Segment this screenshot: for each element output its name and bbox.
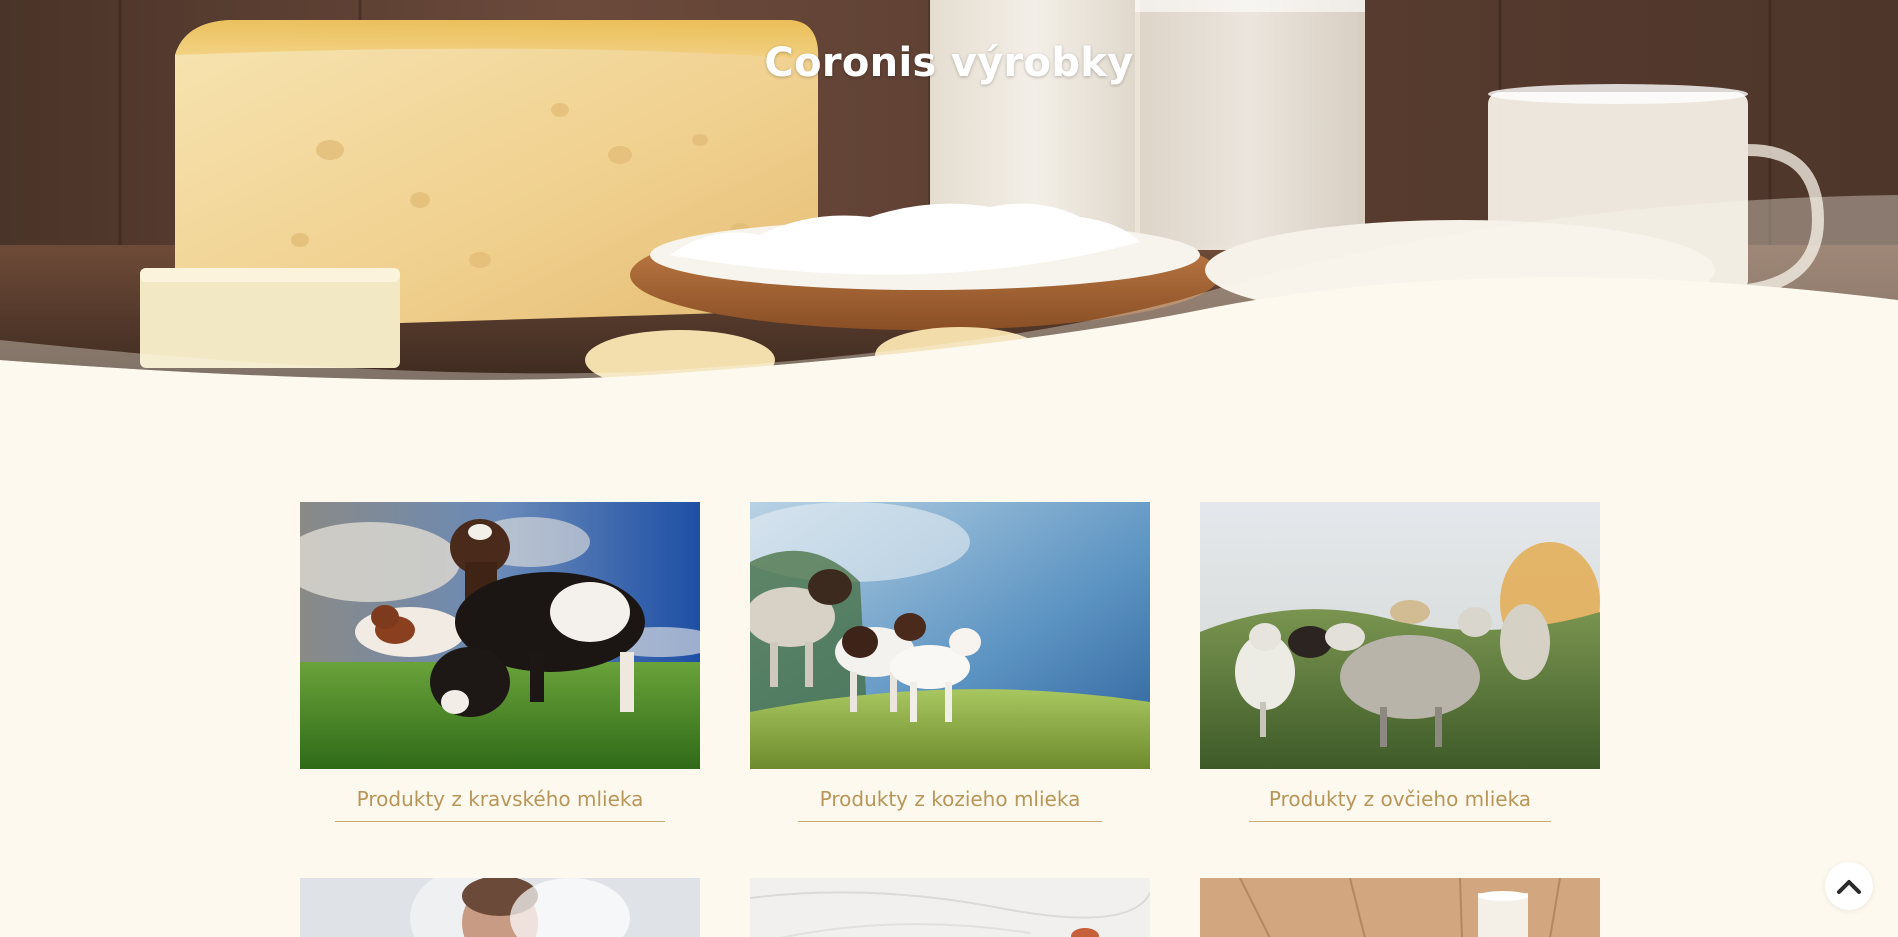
page: Coronis výrobky Produkty z kravského mli… [0, 0, 1898, 937]
scroll-top-button[interactable] [1825, 862, 1873, 910]
product-card-cow[interactable]: Produkty z kravského mlieka [300, 502, 700, 822]
product-link-cow[interactable]: Produkty z kravského mlieka [335, 769, 665, 822]
marble-photo-icon[interactable] [750, 878, 1150, 937]
milk-glass-photo-icon[interactable] [1200, 878, 1600, 937]
product-card-row2-2[interactable] [750, 878, 1150, 937]
chevron-up-icon [1837, 880, 1861, 894]
product-card-goat[interactable]: Produkty z kozieho mlieka [750, 502, 1150, 822]
product-card-row2-1[interactable] [300, 878, 700, 937]
product-link-sheep[interactable]: Produkty z ovčieho mlieka [1249, 769, 1551, 822]
goats-photo-icon[interactable] [750, 502, 1150, 769]
product-card-row2-3[interactable] [1200, 878, 1600, 937]
cows-photo-icon[interactable] [300, 502, 700, 769]
product-card-sheep[interactable]: Produkty z ovčieho mlieka [1200, 502, 1600, 822]
person-photo-icon[interactable] [300, 878, 700, 937]
hero-banner: Coronis výrobky [0, 0, 1898, 380]
page-title: Coronis výrobky [764, 40, 1134, 86]
sheep-photo-icon[interactable] [1200, 502, 1600, 769]
product-link-goat[interactable]: Produkty z kozieho mlieka [798, 769, 1102, 822]
